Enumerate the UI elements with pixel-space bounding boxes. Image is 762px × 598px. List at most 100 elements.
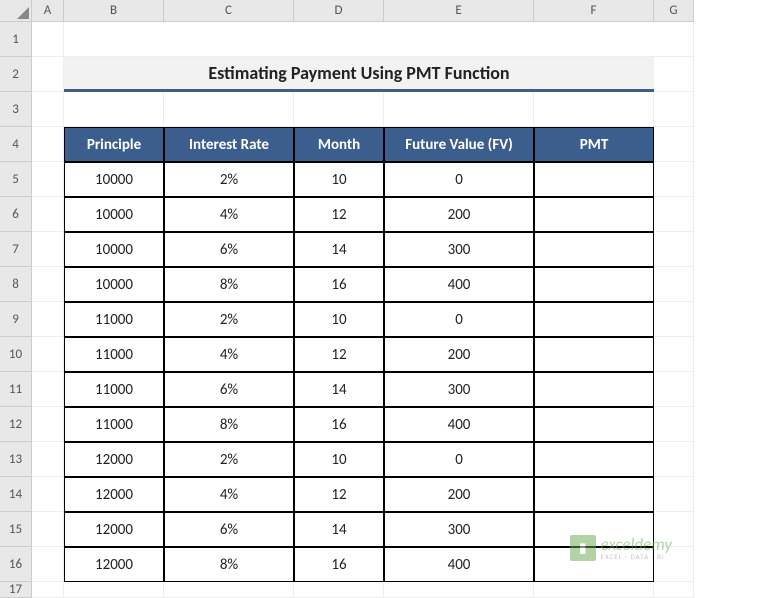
cell-row3-5[interactable] (534, 92, 654, 127)
cell-G10[interactable] (654, 337, 694, 372)
td-principle-11[interactable]: 12000 (64, 547, 164, 582)
row-header-10[interactable]: 10 (0, 337, 32, 372)
row-header-3[interactable]: 3 (0, 92, 32, 127)
row-header-13[interactable]: 13 (0, 442, 32, 477)
td-fv-1[interactable]: 200 (384, 197, 534, 232)
td-pmt-9[interactable] (534, 477, 654, 512)
td-principle-5[interactable]: 11000 (64, 337, 164, 372)
row-header-16[interactable]: 16 (0, 547, 32, 582)
td-month-7[interactable]: 16 (294, 407, 384, 442)
td-pmt-7[interactable] (534, 407, 654, 442)
td-fv-2[interactable]: 300 (384, 232, 534, 267)
cell-G6[interactable] (654, 197, 694, 232)
td-rate-5[interactable]: 4% (164, 337, 294, 372)
cell-G14[interactable] (654, 477, 694, 512)
td-rate-8[interactable]: 2% (164, 442, 294, 477)
cell-A7[interactable] (32, 232, 64, 267)
cell-A2[interactable] (32, 57, 64, 92)
td-month-8[interactable]: 10 (294, 442, 384, 477)
td-principle-3[interactable]: 10000 (64, 267, 164, 302)
cell-row3-1[interactable] (64, 92, 164, 127)
cell-A9[interactable] (32, 302, 64, 337)
cell-row3-6[interactable] (654, 92, 694, 127)
cell-G12[interactable] (654, 407, 694, 442)
col-header-E[interactable]: E (384, 0, 534, 22)
col-header-B[interactable]: B (64, 0, 164, 22)
cell-A12[interactable] (32, 407, 64, 442)
cell-row17-6[interactable] (654, 582, 694, 598)
row-header-8[interactable]: 8 (0, 267, 32, 302)
row-header-14[interactable]: 14 (0, 477, 32, 512)
th-principle[interactable]: Principle (64, 127, 164, 162)
td-principle-4[interactable]: 11000 (64, 302, 164, 337)
td-rate-1[interactable]: 4% (164, 197, 294, 232)
row-header-6[interactable]: 6 (0, 197, 32, 232)
cell-A1[interactable] (32, 22, 64, 57)
row-header-15[interactable]: 15 (0, 512, 32, 547)
cell-row17-4[interactable] (384, 582, 534, 598)
td-fv-7[interactable]: 400 (384, 407, 534, 442)
cell-row17-2[interactable] (164, 582, 294, 598)
cell-A16[interactable] (32, 547, 64, 582)
td-pmt-2[interactable] (534, 232, 654, 267)
td-principle-9[interactable]: 12000 (64, 477, 164, 512)
th-pmt[interactable]: PMT (534, 127, 654, 162)
td-principle-2[interactable]: 10000 (64, 232, 164, 267)
row-header-12[interactable]: 12 (0, 407, 32, 442)
td-month-3[interactable]: 16 (294, 267, 384, 302)
td-principle-1[interactable]: 10000 (64, 197, 164, 232)
col-header-F[interactable]: F (534, 0, 654, 22)
row-header-17[interactable]: 17 (0, 582, 32, 598)
cell-A6[interactable] (32, 197, 64, 232)
td-pmt-1[interactable] (534, 197, 654, 232)
row-header-7[interactable]: 7 (0, 232, 32, 267)
td-pmt-4[interactable] (534, 302, 654, 337)
td-fv-0[interactable]: 0 (384, 162, 534, 197)
td-pmt-8[interactable] (534, 442, 654, 477)
row-header-5[interactable]: 5 (0, 162, 32, 197)
td-month-0[interactable]: 10 (294, 162, 384, 197)
cell-A4[interactable] (32, 127, 64, 162)
th-interest-rate[interactable]: Interest Rate (164, 127, 294, 162)
row-header-9[interactable]: 9 (0, 302, 32, 337)
td-rate-3[interactable]: 8% (164, 267, 294, 302)
cell-G8[interactable] (654, 267, 694, 302)
td-month-5[interactable]: 12 (294, 337, 384, 372)
blank-row-1[interactable] (64, 22, 694, 57)
td-month-1[interactable]: 12 (294, 197, 384, 232)
cell-A15[interactable] (32, 512, 64, 547)
cell-G9[interactable] (654, 302, 694, 337)
cell-G7[interactable] (654, 232, 694, 267)
td-month-11[interactable]: 16 (294, 547, 384, 582)
td-rate-7[interactable]: 8% (164, 407, 294, 442)
td-fv-11[interactable]: 400 (384, 547, 534, 582)
td-pmt-0[interactable] (534, 162, 654, 197)
row-header-4[interactable]: 4 (0, 127, 32, 162)
cell-row17-3[interactable] (294, 582, 384, 598)
cell-G2[interactable] (654, 57, 694, 92)
cell-row3-0[interactable] (32, 92, 64, 127)
td-fv-6[interactable]: 300 (384, 372, 534, 407)
td-fv-8[interactable]: 0 (384, 442, 534, 477)
td-fv-4[interactable]: 0 (384, 302, 534, 337)
col-header-G[interactable]: G (654, 0, 694, 22)
col-header-D[interactable]: D (294, 0, 384, 22)
cell-G11[interactable] (654, 372, 694, 407)
td-rate-0[interactable]: 2% (164, 162, 294, 197)
col-header-A[interactable]: A (32, 0, 64, 22)
row-header-2[interactable]: 2 (0, 57, 32, 92)
cell-G4[interactable] (654, 127, 694, 162)
cell-G13[interactable] (654, 442, 694, 477)
td-principle-8[interactable]: 12000 (64, 442, 164, 477)
td-month-10[interactable]: 14 (294, 512, 384, 547)
cell-G15[interactable] (654, 512, 694, 547)
cell-row3-2[interactable] (164, 92, 294, 127)
td-pmt-3[interactable] (534, 267, 654, 302)
cell-A13[interactable] (32, 442, 64, 477)
th-month[interactable]: Month (294, 127, 384, 162)
cell-row17-0[interactable] (32, 582, 64, 598)
cell-A8[interactable] (32, 267, 64, 302)
cell-row3-4[interactable] (384, 92, 534, 127)
cell-A5[interactable] (32, 162, 64, 197)
col-header-C[interactable]: C (164, 0, 294, 22)
